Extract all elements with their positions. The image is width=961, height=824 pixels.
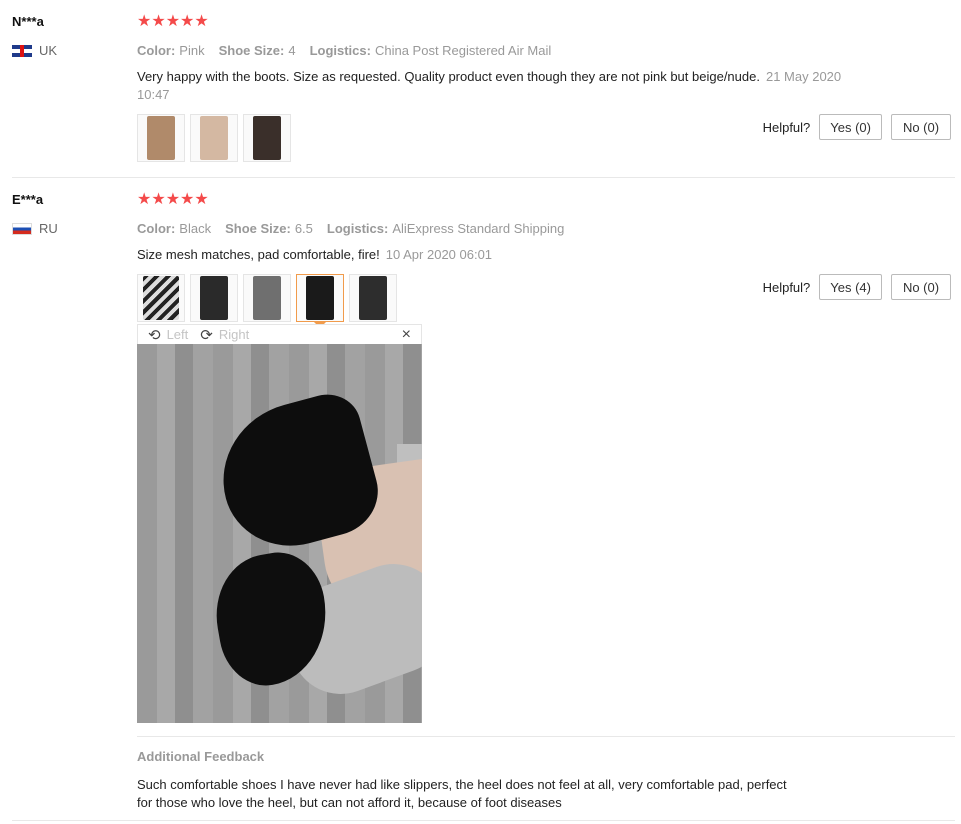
country-code: RU [39,221,58,236]
attr-color: Color: Pink [137,43,205,58]
review-divider [12,177,955,178]
reviewer-name: E***a [12,192,44,207]
review-photo-thumb[interactable] [137,274,185,322]
photo-viewer: ⟲ Left ⟳ Right × [137,324,422,723]
attr-logistics: Logistics: China Post Registered Air Mail [309,43,552,58]
enlarged-review-photo [137,344,422,723]
order-attributes: Color: Black Shoe Size: 6.5 Logistics: AliE… [137,221,857,236]
reviewer-info: N***a UK [12,14,132,58]
helpful-label: Helpful? [762,119,811,135]
additional-feedback-title: Additional Feedback [137,749,265,764]
reviewer-name: N***a [12,14,44,29]
review-item: N***a UK ★★★★★ Color: Pink Shoe Size: 4 Lo… [0,14,961,174]
star-rating: ★★★★★ [137,13,209,30]
reviewer-country: RU [12,221,132,236]
additional-feedback-text: Such comfortable shoes I have never had … [137,777,787,810]
review-content: ★★★★★ Color: Black Shoe Size: 6.5 Logistic… [137,191,857,328]
additional-divider [137,736,955,737]
helpful-section: Helpful? Yes (0) No (0) [763,114,951,140]
attr-size: Shoe Size: 4 [218,43,296,58]
additional-feedback: Additional Feedback Such comfortable sho… [137,736,955,812]
review-photo-thumb[interactable] [243,274,291,322]
review-text: Size mesh matches, pad comfortable, fire… [137,247,493,262]
review-date: 10 Apr 2020 06:01 [385,247,493,262]
reviewer-country: UK [12,43,132,58]
uk-flag-icon [12,44,32,57]
review-text: Very happy with the boots. Size as reque… [137,69,842,102]
review-photos [137,274,857,328]
attr-color: Color: Black [137,221,212,236]
attr-size: Shoe Size: 6.5 [225,221,313,236]
order-attributes: Color: Pink Shoe Size: 4 Logistics: China P… [137,43,857,58]
review-content: ★★★★★ Color: Pink Shoe Size: 4 Logistics: C… [137,14,857,162]
reviewer-info: E***a RU [12,192,132,236]
helpful-yes-button[interactable]: Yes (0) [819,114,882,140]
review-photo-thumb[interactable] [190,114,238,162]
country-code: UK [39,43,58,58]
review-divider [12,820,955,821]
rotate-right-icon[interactable]: ⟳ [200,326,213,344]
review-photos [137,114,857,162]
attr-logistics: Logistics: AliExpress Standard Shipping [326,221,565,236]
review-photo-thumb[interactable] [349,274,397,322]
close-icon[interactable]: × [402,326,411,344]
rotate-left-button[interactable]: Left [167,327,189,342]
review-photo-thumb[interactable] [243,114,291,162]
review-photo-thumb[interactable] [137,114,185,162]
star-rating: ★★★★★ [137,191,209,208]
helpful-section: Helpful? Yes (4) No (0) [763,274,951,300]
helpful-yes-button[interactable]: Yes (4) [819,274,882,300]
review-photo-thumb-active[interactable] [296,274,344,328]
helpful-label: Helpful? [762,279,811,295]
photo-viewer-toolbar: ⟲ Left ⟳ Right × [137,324,422,344]
rotate-right-button[interactable]: Right [219,327,249,342]
rotate-left-icon[interactable]: ⟲ [148,326,161,344]
helpful-no-button[interactable]: No (0) [891,114,951,140]
review-photo-thumb[interactable] [190,274,238,322]
ru-flag-icon [12,222,32,235]
helpful-no-button[interactable]: No (0) [891,274,951,300]
